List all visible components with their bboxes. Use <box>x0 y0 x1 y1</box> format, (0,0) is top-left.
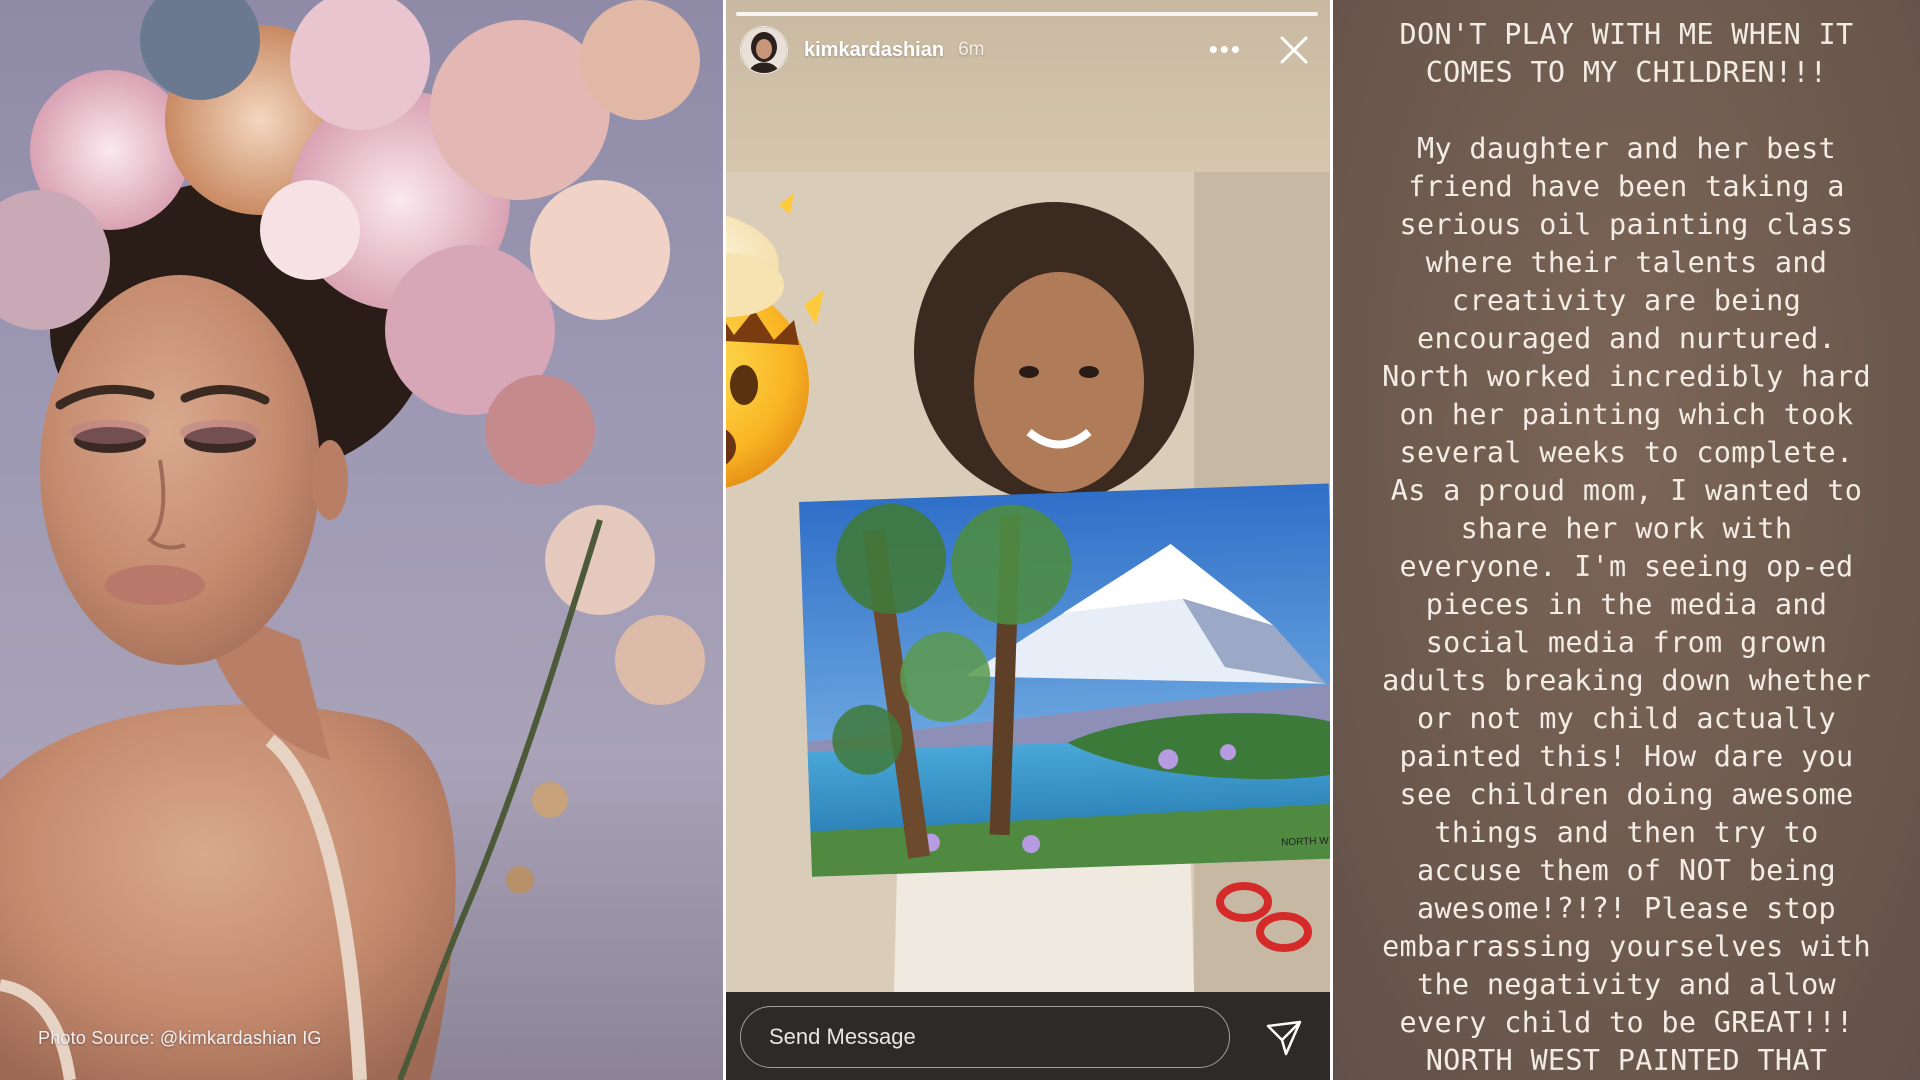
more-icon[interactable]: ••• <box>1209 34 1242 65</box>
story-username[interactable]: kimkardashian <box>804 39 944 62</box>
instagram-story: NORTH W kimkardashian 6m ••• Send Messag… <box>724 0 1330 1080</box>
portrait-photo <box>0 0 705 1080</box>
close-icon[interactable] <box>1274 30 1314 70</box>
panel-divider <box>723 0 726 1080</box>
portrait-panel: Photo Source: @kimkardashian IG <box>0 0 723 1080</box>
painting-signature: NORTH W <box>1281 836 1330 849</box>
statement-text: DON'T PLAY WITH ME WHEN IT COMES TO MY C… <box>1382 18 1871 1077</box>
statement-panel: DON'T PLAY WITH ME WHEN IT COMES TO MY C… <box>1333 0 1920 1080</box>
send-icon[interactable] <box>1264 1018 1304 1058</box>
avatar[interactable] <box>740 26 788 74</box>
photo-source-caption: Photo Source: @kimkardashian IG <box>38 1028 322 1048</box>
send-message-input[interactable] <box>740 1006 1230 1068</box>
mind-blown-emoji-icon <box>724 193 824 489</box>
story-progress-bar <box>736 12 1318 16</box>
story-header: kimkardashian 6m ••• <box>740 24 1314 76</box>
story-footer <box>724 992 1330 1080</box>
panel-divider <box>1330 0 1333 1080</box>
story-timestamp: 6m <box>958 39 985 60</box>
avatar-image <box>741 27 787 73</box>
